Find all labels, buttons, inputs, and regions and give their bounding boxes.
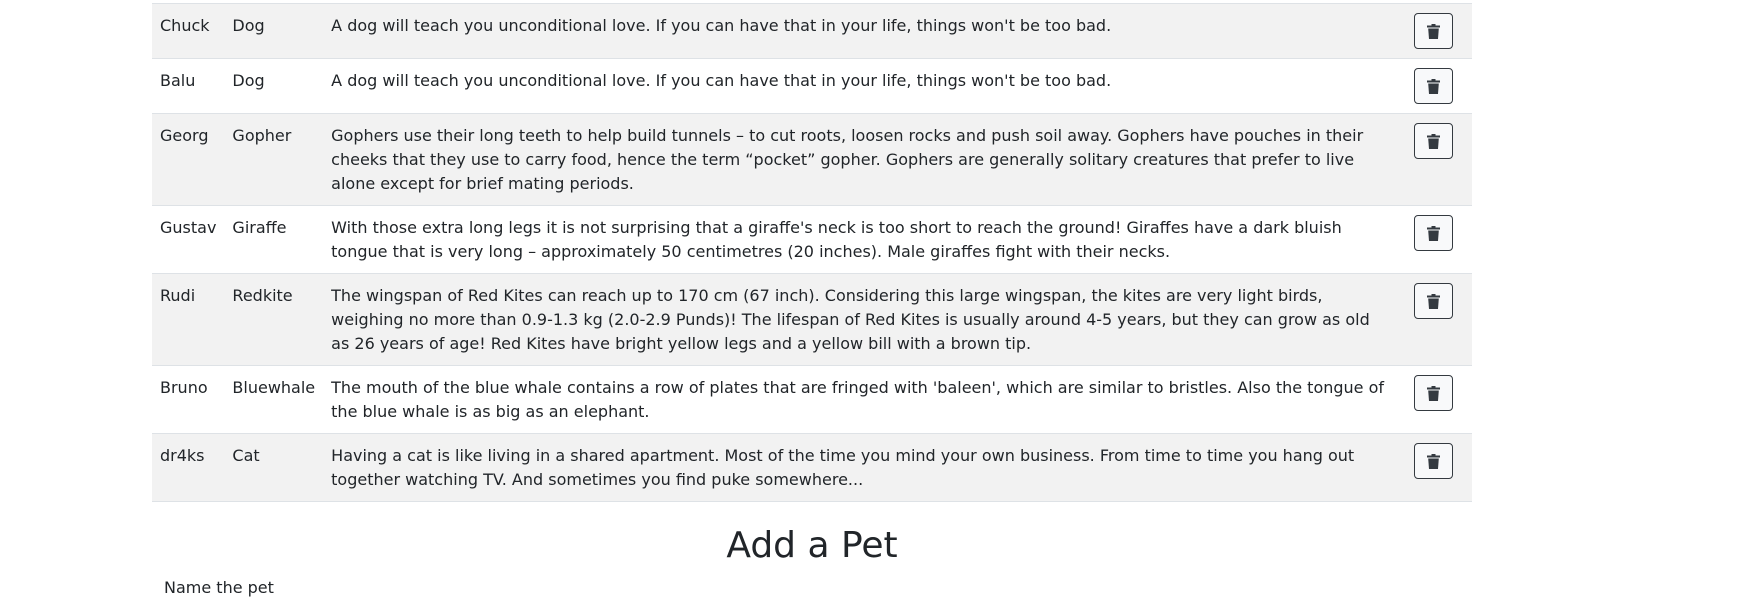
table-row: Bruno Bluewhale The mouth of the blue wh…: [152, 365, 1472, 434]
table-row: dr4ks Cat Having a cat is like living in…: [152, 433, 1472, 502]
pet-name: Gustav: [152, 205, 225, 274]
delete-button[interactable]: [1413, 443, 1453, 479]
row-actions: [1394, 365, 1472, 434]
pet-type: Gopher: [224, 113, 324, 206]
pet-type: Dog: [224, 58, 324, 114]
trash-icon: [1426, 385, 1440, 401]
delete-button[interactable]: [1413, 13, 1453, 49]
pet-description: Having a cat is like living in a shared …: [323, 433, 1394, 502]
pet-name-label: Name the pet: [164, 578, 274, 597]
trash-icon: [1426, 225, 1440, 241]
pet-description: With those extra long legs it is not sur…: [323, 205, 1394, 274]
pet-type: Cat: [224, 433, 324, 502]
pet-type: Redkite: [224, 273, 324, 366]
pet-type: Dog: [224, 3, 324, 59]
pet-name: Rudi: [152, 273, 225, 366]
pet-type: Giraffe: [224, 205, 324, 274]
pet-name: Chuck: [152, 3, 225, 59]
delete-button[interactable]: [1413, 215, 1453, 251]
pet-name: Balu: [152, 58, 225, 114]
table-row: Rudi Redkite The wingspan of Red Kites c…: [152, 273, 1472, 366]
trash-icon: [1426, 453, 1440, 469]
delete-button[interactable]: [1413, 283, 1453, 319]
pet-description: The mouth of the blue whale contains a r…: [323, 365, 1394, 434]
pets-table: Chuck Dog A dog will teach you unconditi…: [152, 3, 1472, 502]
pet-name: Georg: [152, 113, 225, 206]
row-actions: [1394, 273, 1472, 366]
row-actions: [1394, 113, 1472, 206]
trash-icon: [1426, 78, 1440, 94]
row-actions: [1394, 3, 1472, 59]
pet-type: Bluewhale: [224, 365, 324, 434]
trash-icon: [1426, 133, 1440, 149]
pet-description: A dog will teach you unconditional love.…: [323, 58, 1394, 114]
row-actions: [1394, 433, 1472, 502]
row-actions: [1394, 58, 1472, 114]
table-row: Chuck Dog A dog will teach you unconditi…: [152, 3, 1472, 59]
table-row: Georg Gopher Gophers use their long teet…: [152, 113, 1472, 206]
delete-button[interactable]: [1413, 68, 1453, 104]
trash-icon: [1426, 23, 1440, 39]
pet-list-page: Chuck Dog A dog will teach you unconditi…: [0, 0, 1764, 603]
pet-name: dr4ks: [152, 433, 225, 502]
trash-icon: [1426, 293, 1440, 309]
pet-description: Gophers use their long teeth to help bui…: [323, 113, 1394, 206]
table-row: Balu Dog A dog will teach you unconditio…: [152, 58, 1472, 114]
row-actions: [1394, 205, 1472, 274]
table-row: Gustav Giraffe With those extra long leg…: [152, 205, 1472, 274]
pet-name: Bruno: [152, 365, 225, 434]
delete-button[interactable]: [1413, 123, 1453, 159]
add-pet-heading: Add a Pet: [726, 525, 898, 566]
delete-button[interactable]: [1413, 375, 1453, 411]
pet-description: The wingspan of Red Kites can reach up t…: [323, 273, 1394, 366]
pet-description: A dog will teach you unconditional love.…: [323, 3, 1394, 59]
